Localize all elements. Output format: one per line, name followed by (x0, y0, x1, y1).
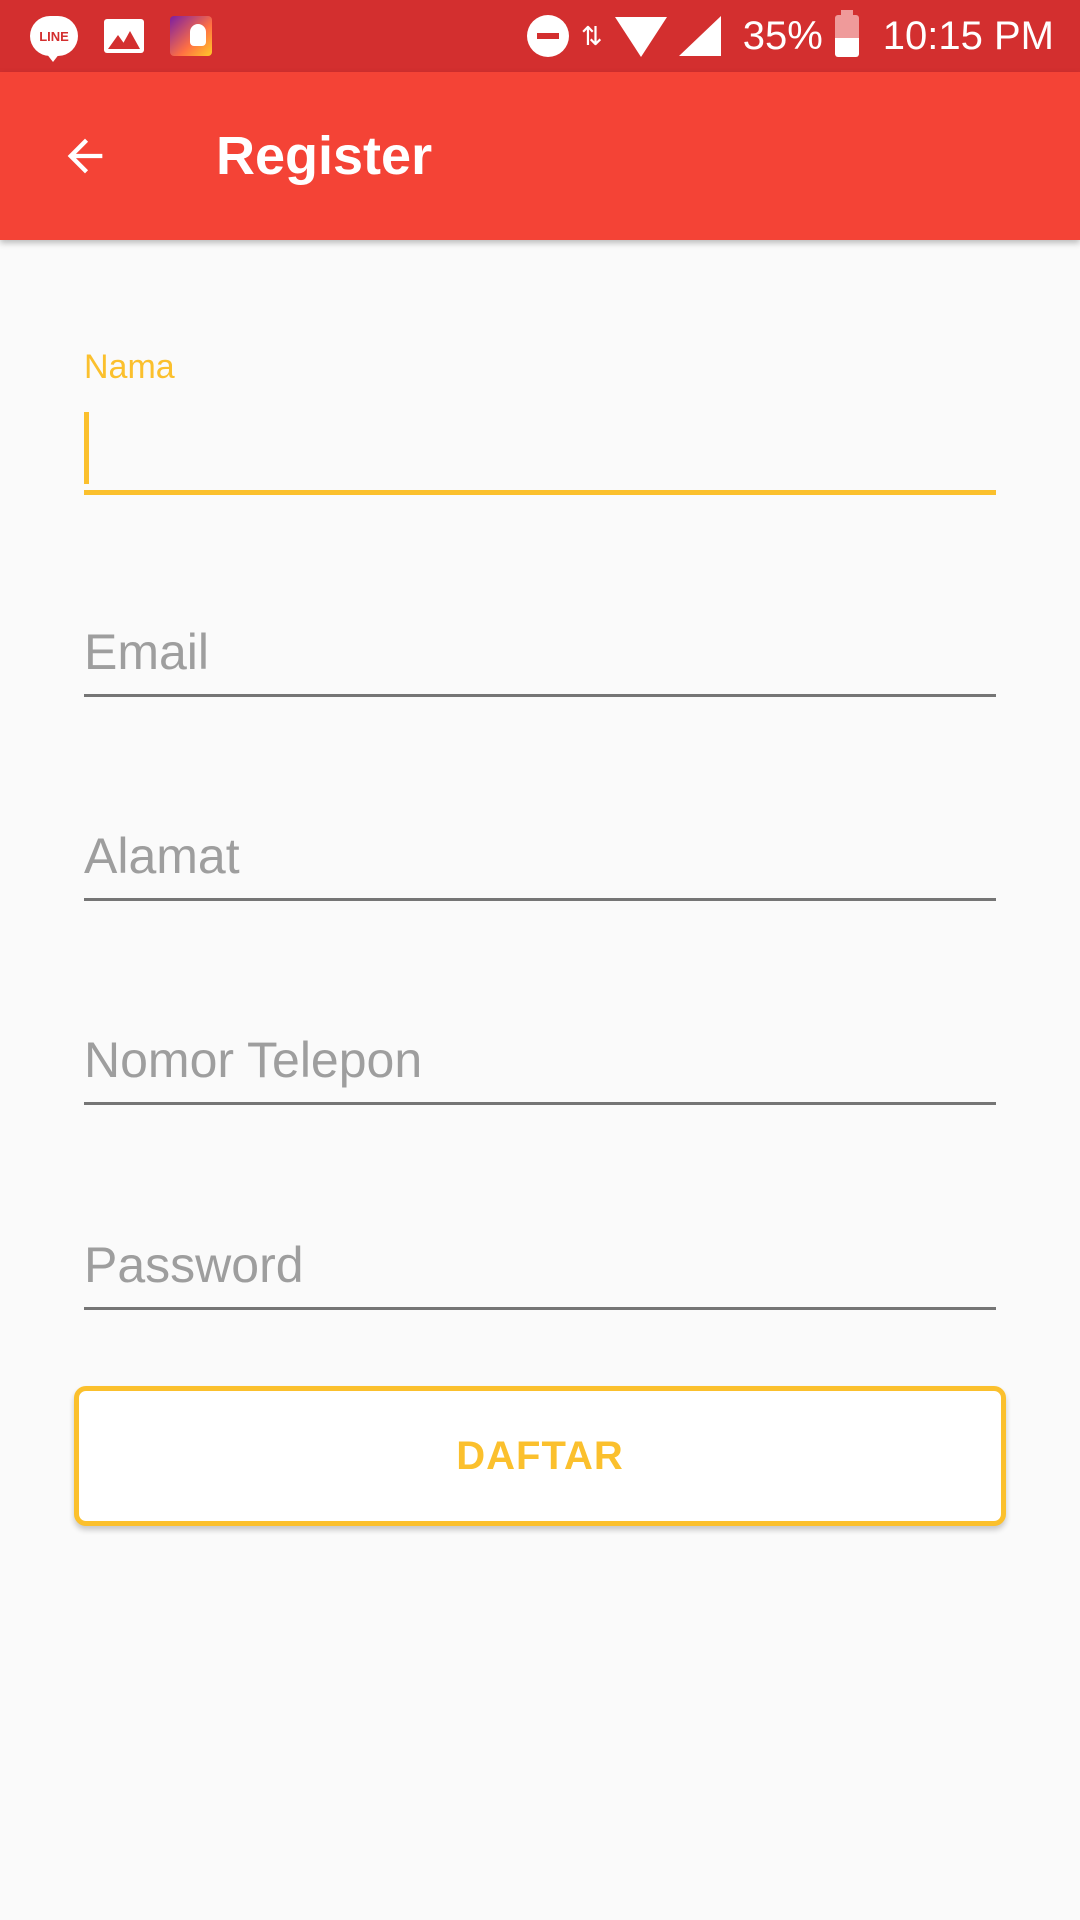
back-button[interactable] (40, 111, 130, 201)
gallery-icon (104, 19, 144, 53)
alamat-underline (84, 898, 996, 901)
data-arrows-icon: ⇅ (580, 21, 603, 51)
battery-percent: 35% (742, 13, 823, 58)
do-not-disturb-icon (526, 15, 569, 57)
arrow-back-icon (67, 138, 103, 174)
status-bar: LINE ⇅ 35% 10:15 PM (0, 0, 1080, 72)
battery-icon (834, 10, 859, 57)
cell-signal-icon (678, 16, 721, 56)
text-cursor (84, 412, 89, 484)
line-app-icon: LINE (30, 16, 78, 62)
alamat-input[interactable] (84, 816, 996, 896)
daftar-button-label: DAFTAR (456, 1433, 624, 1478)
telepon-underline (84, 1102, 996, 1105)
email-input[interactable] (84, 612, 996, 692)
nama-input[interactable] (84, 400, 996, 480)
clock: 10:15 PM (882, 13, 1054, 58)
email-underline (84, 694, 996, 697)
nama-label: Nama (84, 348, 175, 386)
page-title: Register (216, 126, 433, 186)
notification-icons: LINE (0, 16, 212, 62)
system-icons: ⇅ 35% 10:15 PM (526, 10, 1080, 59)
contacts-icon (170, 16, 212, 56)
password-input[interactable] (84, 1225, 996, 1305)
wifi-icon (614, 17, 667, 57)
nama-underline (84, 490, 996, 495)
daftar-button[interactable]: DAFTAR (74, 1386, 1006, 1526)
password-underline (84, 1307, 996, 1310)
nomor-telepon-input[interactable] (84, 1020, 996, 1100)
app-bar: Register (0, 72, 1080, 240)
